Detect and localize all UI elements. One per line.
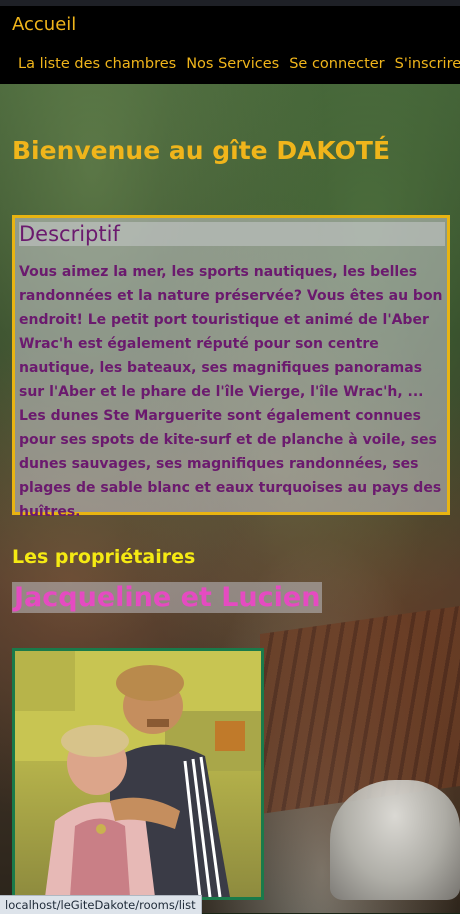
nav-link-login[interactable]: Se connecter: [289, 56, 384, 72]
owners-names: Jacqueline et Lucien: [12, 582, 323, 613]
nav-link-services[interactable]: Nos Services: [186, 56, 279, 72]
nav-brand-home[interactable]: Accueil: [12, 14, 76, 35]
description-title: Descriptif: [19, 222, 445, 246]
background-stone: [330, 780, 460, 900]
page-title: Bienvenue au gîte DAKOTÉ: [12, 136, 391, 165]
description-text: Vous aimez la mer, les sports nautiques,…: [19, 264, 443, 520]
nav-link-signup[interactable]: S'inscrire: [395, 56, 460, 72]
owners-heading: Les propriétaires: [12, 546, 196, 568]
nav-links: La liste des chambres Nos Services Se co…: [18, 56, 460, 72]
status-bar-url: localhost/leGiteDakote/rooms/list: [0, 895, 202, 914]
owners-photo-illustration: [15, 651, 261, 897]
navbar: Accueil La liste des chambres Nos Servic…: [0, 6, 460, 84]
owners-photo: [12, 648, 264, 900]
nav-link-room-list[interactable]: La liste des chambres: [18, 56, 176, 72]
background-wooden-deck: [260, 605, 460, 815]
description-box: Descriptif Vous aimez la mer, les sports…: [12, 215, 450, 520]
